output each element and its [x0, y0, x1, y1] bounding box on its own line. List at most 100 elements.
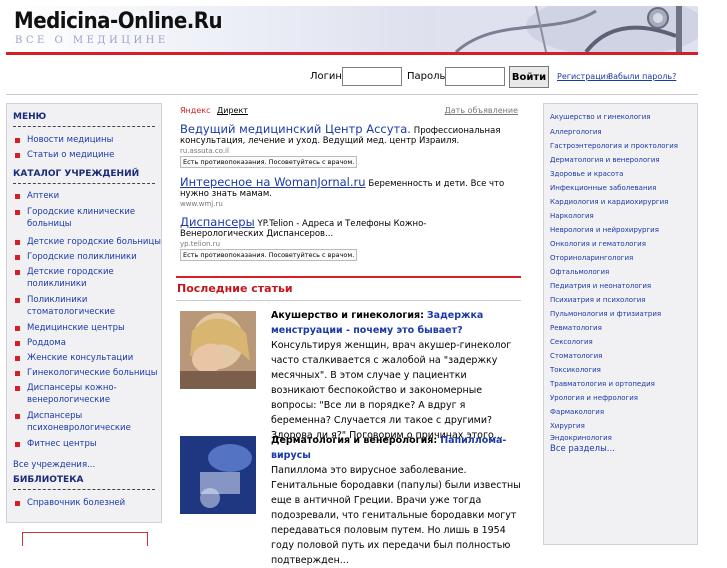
category-item[interactable]: Здоровье и красота	[550, 170, 623, 178]
ad-url[interactable]: yp.telion.ru	[180, 240, 510, 248]
catalog-item[interactable]: Детские городские поликлиники	[27, 266, 161, 290]
site-header: Medicina-Online.Ru ВСЕ О МЕДИЦИНЕ	[6, 6, 698, 52]
left-bottom-box	[22, 532, 148, 546]
category-item[interactable]: Аллергология	[550, 128, 602, 136]
category-item[interactable]: Наркология	[550, 212, 594, 220]
catalog-item[interactable]: Городские поликлиники	[27, 251, 161, 263]
catalog-item[interactable]: Аптеки	[27, 190, 161, 202]
category-item[interactable]: Педиатрия и неонатология	[550, 282, 651, 290]
ad-warning: Есть противопоказания. Посоветуйтесь с в…	[180, 156, 358, 168]
bullet-icon	[15, 414, 20, 419]
ad-title[interactable]: Интересное на WomanJornal.ru	[180, 175, 366, 189]
bullet-icon	[15, 255, 20, 260]
category-item[interactable]: Офтальмология	[550, 268, 609, 276]
latest-articles-title: Последние статьи	[177, 282, 293, 295]
divider	[13, 183, 155, 184]
divider	[13, 489, 155, 490]
catalog-item[interactable]: Детские городские больницы	[27, 236, 161, 248]
article-body: Папиллома это вирусное заболевание. Гени…	[271, 465, 521, 566]
ad-warning: Есть противопоказания. Посоветуйтесь с в…	[180, 249, 358, 261]
category-item[interactable]: Дерматология и венерология	[550, 156, 660, 164]
ad-item: Интересное на WomanJornal.ru Беременност…	[180, 175, 510, 208]
catalog-item[interactable]: Гинекологические больницы	[27, 367, 161, 379]
catalog-item[interactable]: Городские клинические больницы	[27, 206, 161, 230]
catalog-item[interactable]: Женские консультации	[27, 352, 161, 364]
divider	[13, 126, 155, 127]
ad-item: Ведущий медицинский Центр Ассута. Профес…	[180, 122, 510, 168]
password-label: Пароль	[407, 71, 446, 82]
password-input[interactable]	[445, 67, 505, 86]
bullet-icon	[15, 501, 20, 506]
red-divider	[176, 276, 521, 278]
catalog-title: КАТАЛОГ УЧРЕЖДЕНИЙ	[13, 169, 140, 179]
article-text: Дерматология и венерология: Папиллома-ви…	[271, 433, 521, 568]
category-item[interactable]: Токсикология	[550, 366, 601, 374]
menu-title: МЕНЮ	[13, 112, 47, 122]
category-item[interactable]: Урология и нефрология	[550, 394, 638, 402]
category-item[interactable]: Ревматология	[550, 324, 602, 332]
category-item[interactable]: Хирургия	[550, 422, 585, 430]
category-item[interactable]: Сексология	[550, 338, 593, 346]
catalog-item[interactable]: Диспансеры кожно-венерологические	[27, 382, 161, 406]
bullet-icon	[15, 326, 20, 331]
bullet-icon	[15, 386, 20, 391]
ad-url[interactable]: www.wmj.ru	[180, 200, 510, 208]
category-item[interactable]: Психиатрия и психология	[550, 296, 646, 304]
bullet-icon	[15, 138, 20, 143]
site-logo-subtitle: ВСЕ О МЕДИЦИНЕ	[15, 35, 169, 46]
category-item[interactable]: Оториноларингология	[550, 254, 633, 262]
header-separator	[6, 94, 698, 95]
all-institutions-link[interactable]: Все учреждения...	[13, 460, 95, 470]
yandex-direct-link[interactable]: Директ	[217, 106, 248, 115]
bullet-icon	[15, 240, 20, 245]
bullet-icon	[15, 371, 20, 376]
category-item[interactable]: Кардиология и кардиохирургия	[550, 198, 668, 206]
bullet-icon	[15, 153, 20, 158]
stethoscope-image	[436, 6, 698, 52]
all-sections-link[interactable]: Все разделы...	[550, 444, 615, 454]
place-ad-link[interactable]: Дать объявление	[445, 106, 518, 115]
ad-title[interactable]: Диспансеры	[180, 215, 255, 229]
category-item[interactable]: Инфекционные заболевания	[550, 184, 656, 192]
article-category: Акушерство и гинекология:	[271, 310, 424, 321]
category-item[interactable]: Акушерство и гинекология	[550, 113, 650, 121]
bullet-icon	[15, 341, 20, 346]
bullet-icon	[15, 194, 20, 199]
main-content: Яндекс Директ Дать объявление Ведущий ме…	[176, 103, 521, 566]
catalog-item[interactable]: Фитнес центры	[27, 438, 161, 450]
article-text: Акушерство и гинекология: Задержка менст…	[271, 308, 521, 443]
category-item[interactable]: Онкология и гематология	[550, 240, 646, 248]
login-input[interactable]	[342, 67, 402, 86]
category-item[interactable]: Неврология и нейрохирургия	[550, 226, 659, 234]
category-item[interactable]: Эндокринология	[550, 434, 612, 442]
library-item[interactable]: Справочник болезней	[27, 497, 161, 509]
header-red-bar	[6, 52, 698, 55]
left-sidebar: МЕНЮ Новости медицины Статьи о медицине …	[6, 103, 162, 523]
menu-item-articles[interactable]: Статьи о медицине	[27, 149, 161, 161]
article-image[interactable]	[180, 311, 256, 389]
catalog-item[interactable]: Роддома	[27, 337, 161, 349]
category-item[interactable]: Стоматология	[550, 352, 602, 360]
catalog-item[interactable]: Поликлиники стоматологические	[27, 294, 161, 318]
bullet-icon	[15, 270, 20, 275]
menu-item-news[interactable]: Новости медицины	[27, 134, 161, 146]
ad-title[interactable]: Ведущий медицинский Центр Ассута.	[180, 122, 411, 136]
gray-divider	[176, 300, 521, 301]
catalog-item[interactable]: Медицинские центры	[27, 322, 161, 334]
catalog-item[interactable]: Диспансеры психоневрологические	[27, 410, 161, 434]
category-item[interactable]: Фармакология	[550, 408, 604, 416]
login-label: Логин	[310, 71, 342, 82]
article-body: Консультируя женщин, врач акушер-гинекол…	[271, 340, 512, 441]
ad-item: Диспансеры YP.Telion - Адреса и Телефоны…	[180, 215, 510, 261]
site-logo-title[interactable]: Medicina-Online.Ru	[14, 9, 223, 34]
forgot-password-link[interactable]: Забыли пароль?	[608, 72, 676, 81]
login-button[interactable]: Войти	[509, 66, 549, 88]
ad-url[interactable]: ru.assuta.co.il	[180, 147, 510, 155]
register-link[interactable]: Регистрация	[557, 72, 611, 81]
category-item[interactable]: Гастроэнтерология и проктология	[550, 142, 678, 150]
category-item[interactable]: Травматология и ортопедия	[550, 380, 655, 388]
article-image[interactable]	[180, 436, 256, 514]
yandex-label: Яндекс	[180, 106, 211, 115]
bullet-icon	[15, 442, 20, 447]
category-item[interactable]: Пульмонология и фтизиатрия	[550, 310, 661, 318]
